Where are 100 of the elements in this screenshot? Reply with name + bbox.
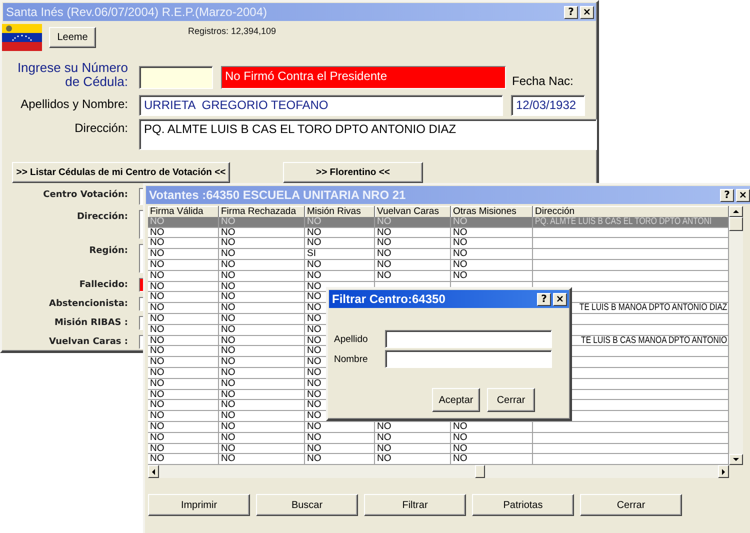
table-cell: NO bbox=[148, 346, 219, 358]
vertical-scrollbar[interactable] bbox=[729, 206, 743, 466]
table-cell: NO bbox=[219, 282, 305, 292]
table-cell: NO bbox=[219, 324, 305, 336]
table-cell-text: NO bbox=[221, 216, 236, 227]
detail-field[interactable] bbox=[139, 297, 143, 311]
table-cell: NO bbox=[148, 411, 219, 422]
table-cell: NO bbox=[148, 324, 219, 336]
dialog-button[interactable]: Cerrar bbox=[487, 388, 535, 412]
signature-status: No Firmó Contra el Presidente bbox=[221, 66, 506, 89]
birth-date-label: Fecha Nac: bbox=[512, 74, 574, 90]
close-button[interactable]: × bbox=[553, 292, 567, 306]
scroll-thumb[interactable] bbox=[729, 217, 743, 231]
table-cell: NO bbox=[219, 228, 305, 238]
scroll-down-button[interactable] bbox=[729, 454, 743, 466]
id-number-label: Ingrese su Número de Cédula: bbox=[16, 61, 128, 91]
table-cell: SI bbox=[305, 249, 375, 260]
input-field[interactable] bbox=[385, 350, 552, 368]
list-button[interactable]: >> Listar Cédulas de mi Centro de Votación << bbox=[12, 162, 230, 183]
table-cell: NO bbox=[219, 390, 305, 400]
table-cell: NO bbox=[148, 400, 219, 412]
table-cell: NO bbox=[375, 432, 451, 444]
table-cell: NO bbox=[219, 411, 305, 422]
column-header[interactable]: Dirección bbox=[533, 206, 729, 218]
table-cell: NO bbox=[375, 228, 451, 238]
records-count: Registros: 12,394,109 bbox=[188, 26, 276, 38]
window-button[interactable]: Cerrar bbox=[580, 494, 682, 516]
input-field[interactable] bbox=[385, 330, 552, 348]
table-cell: NO bbox=[148, 432, 219, 444]
id-number-field[interactable] bbox=[139, 66, 213, 89]
column-header[interactable]: Misión Rivas bbox=[305, 206, 375, 218]
table-cell: NO bbox=[451, 238, 533, 250]
horizontal-scrollbar[interactable] bbox=[148, 465, 729, 478]
table-cell: NO bbox=[305, 260, 375, 271]
full-name-label: Apellidos y Nombre: bbox=[20, 97, 128, 113]
table-cell: NO bbox=[305, 444, 375, 454]
table-cell: NO bbox=[148, 270, 219, 282]
help-button[interactable]: ? bbox=[537, 292, 551, 306]
scroll-right-button[interactable] bbox=[718, 465, 729, 478]
column-header[interactable]: Firma Válida bbox=[148, 206, 219, 218]
table-cell: NO bbox=[148, 292, 219, 304]
table-cell: NO bbox=[148, 249, 219, 260]
table-cell: NO bbox=[148, 282, 219, 292]
window-title: Votantes :64350 ESCUELA UNITARIA NRO 21 bbox=[149, 188, 407, 202]
table-cell: NO bbox=[219, 357, 305, 368]
column-header[interactable]: Firma Rechazada bbox=[219, 206, 305, 218]
table-cell: NO bbox=[375, 444, 451, 454]
detail-label: Región: bbox=[88, 244, 128, 258]
readme-button[interactable]: Leeme bbox=[49, 27, 96, 48]
table-cell: NO bbox=[148, 390, 219, 400]
field-label: Apellido bbox=[334, 334, 369, 344]
table-cell: NO bbox=[451, 260, 533, 271]
detail-field[interactable] bbox=[139, 335, 143, 349]
table-cell: NO bbox=[305, 432, 375, 444]
full-name-field[interactable]: URRIETA GREGORIO TEOFANO bbox=[139, 95, 503, 116]
birth-date-field[interactable]: 12/03/1932 bbox=[511, 95, 585, 116]
table-cell: NO bbox=[219, 336, 305, 346]
window-title: Santa Inés (Rev.06/07/2004) R.E.P.(Marzo-2004) bbox=[6, 5, 268, 19]
table-cell: NO bbox=[148, 303, 219, 314]
detail-field[interactable] bbox=[139, 188, 143, 205]
detail-label: Vuelvan Caras : bbox=[48, 336, 128, 349]
detail-label: Dirección: bbox=[76, 210, 128, 224]
detail-label: Misión RIBAS : bbox=[53, 316, 128, 330]
table-cell: NO bbox=[451, 249, 533, 260]
table-cell: NO bbox=[219, 378, 305, 390]
table-cell: NO bbox=[375, 249, 451, 260]
table-cell: NO bbox=[219, 432, 305, 444]
detail-field[interactable] bbox=[139, 278, 143, 292]
window-button[interactable]: Filtrar bbox=[364, 494, 466, 516]
scroll-up-button[interactable] bbox=[729, 206, 743, 217]
address-field[interactable]: PQ. ALMTE LUIS B CAS EL TORO DPTO ANTONIO DIAZ bbox=[139, 119, 597, 150]
detail-field[interactable] bbox=[139, 244, 143, 273]
flag-icon bbox=[2, 24, 42, 51]
column-header[interactable]: Vuelvan Caras bbox=[375, 206, 451, 218]
list-button[interactable]: >> Florentino << bbox=[283, 162, 423, 183]
table-cell-text: NO bbox=[307, 216, 322, 227]
window-button[interactable]: Buscar bbox=[256, 494, 358, 516]
table-cell: NO bbox=[148, 260, 219, 271]
window-button[interactable]: Imprimir bbox=[148, 494, 250, 516]
scroll-left-button[interactable] bbox=[148, 465, 159, 478]
table-cell: NO bbox=[219, 346, 305, 358]
table-cell-text: NO bbox=[453, 216, 468, 227]
table-cell-text: PQ. ALMTE LUIS B CAS EL TORO DPTO ANTONI bbox=[535, 216, 712, 227]
window-button[interactable]: Patriotas bbox=[472, 494, 574, 516]
table-cell: NO bbox=[219, 292, 305, 304]
scroll-thumb[interactable] bbox=[475, 465, 485, 478]
detail-label: Fallecido: bbox=[78, 279, 128, 292]
table-cell: NO bbox=[148, 422, 219, 433]
table-cell: NO bbox=[148, 357, 219, 368]
detail-field[interactable] bbox=[139, 210, 143, 239]
table-cell: NO bbox=[375, 260, 451, 271]
detail-field[interactable] bbox=[139, 316, 143, 330]
table-cell: NO bbox=[305, 228, 375, 238]
table-cell: NO bbox=[219, 249, 305, 260]
table-cell: NO bbox=[219, 270, 305, 282]
column-header[interactable]: Otras Misiones bbox=[451, 206, 533, 218]
table-cell: NO bbox=[148, 314, 219, 325]
detail-label: Abstencionista: bbox=[48, 298, 128, 311]
dialog-button[interactable]: Aceptar bbox=[432, 388, 480, 412]
detail-label: Centro Votación: bbox=[42, 188, 128, 202]
